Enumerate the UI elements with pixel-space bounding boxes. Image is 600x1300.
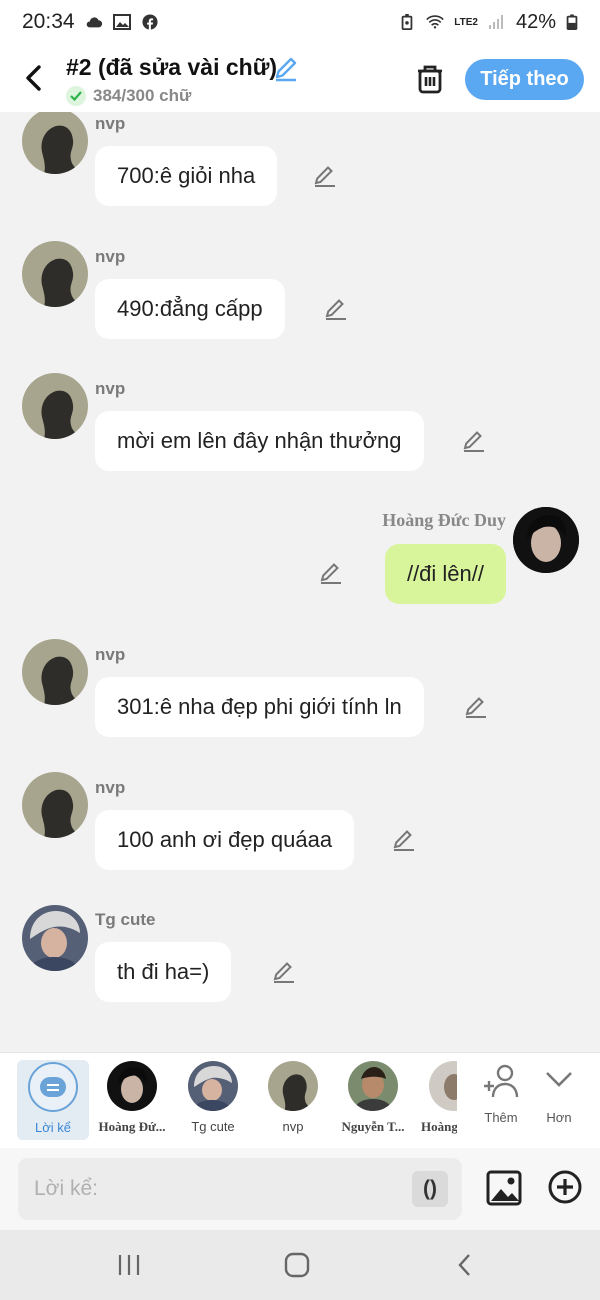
avatar [188,1061,238,1111]
avatar[interactable] [22,241,88,307]
sender-name: Hoàng Đức Duy [382,510,506,530]
character-label: Nguyễn T... [341,1119,405,1134]
edit-title-icon[interactable] [272,54,300,82]
user-photo-icon [513,507,579,573]
edit-icon[interactable] [463,694,489,720]
silhouette-icon [41,258,79,307]
status-bar: 20:34 LTE2 42% [0,0,600,44]
sender-name: nvp [95,379,126,398]
parentheses-button[interactable]: () [412,1171,448,1207]
message-bubble[interactable]: mời em lên đây nhận thưởng [95,411,424,471]
recents-icon [118,1255,140,1275]
message-bubble[interactable]: 700:ê giỏi nha [95,146,278,206]
input-area: Lời kể: () [0,1148,600,1230]
character-narrator[interactable]: Lời kể [17,1060,89,1140]
avatar [107,1061,157,1111]
message-bubble[interactable]: 301:ê nha đẹp phi giới tính ln [95,677,424,737]
narrator-icon [28,1062,78,1112]
char-count: 384/300 chữ [66,86,191,106]
edit-icon[interactable] [318,560,344,586]
chevron-down-icon [546,1072,572,1087]
input-placeholder: Lời kể: [34,1177,98,1200]
check-icon [66,86,86,106]
add-person-icon [484,1064,519,1098]
home-button[interactable] [277,1250,317,1280]
message-bubble[interactable]: 490:đẳng cấpp [95,279,285,339]
add-label: Thêm [484,1110,518,1125]
avatar[interactable] [22,639,88,705]
wifi-icon [426,15,445,29]
character-hoang[interactable]: Hoàng [417,1061,457,1135]
battery-percent: 42% [515,10,556,33]
sender-name: Tg cute [95,910,156,929]
character-hoang-duc-duy[interactable]: Hoàng Đứ... [96,1061,168,1135]
edit-icon[interactable] [271,959,297,985]
recent-apps-button[interactable] [109,1250,149,1280]
message-input[interactable]: Lời kể: () [18,1158,462,1220]
edit-icon[interactable] [461,428,487,454]
add-character-button[interactable]: Thêm [471,1063,531,1125]
character-label: Lời kể [35,1120,71,1135]
back-nav-button[interactable] [445,1250,485,1280]
character-label: Hoàng [421,1119,457,1134]
character-selector: Lời kể Hoàng Đứ... Tg cute nvp Nguyễn T.… [0,1052,600,1148]
char-count-text: 384/300 chữ [93,86,192,105]
sender-name: nvp [95,114,126,133]
trash-icon[interactable] [413,62,447,96]
character-label: nvp [282,1119,304,1134]
header: #2 (đã sửa vài chữ) 384/300 chữ Tiếp the… [0,44,600,112]
avatar [348,1061,398,1111]
add-icon[interactable] [548,1170,582,1204]
system-nav-bar [0,1230,600,1300]
character-label: Tg cute [191,1119,235,1134]
sender-name: nvp [95,645,126,664]
next-button[interactable]: Tiếp theo [465,59,584,100]
gallery-icon [112,14,131,30]
image-icon[interactable] [486,1170,522,1206]
character-label: Hoàng Đứ... [98,1119,166,1134]
facebook-icon [142,14,158,30]
battery-saver-icon [401,14,413,30]
edit-icon[interactable] [391,827,417,853]
network-label: LTE2 [454,16,478,28]
avatar [268,1061,318,1111]
silhouette-icon [41,656,79,705]
character-tg-cute[interactable]: Tg cute [177,1061,249,1134]
back-icon [458,1254,470,1276]
avatar[interactable] [22,905,88,971]
edit-icon[interactable] [312,163,338,189]
silhouette-icon [41,125,79,174]
sender-name: nvp [95,247,126,266]
user-photo-icon [22,905,88,971]
message-bubble[interactable]: //đi lên// [384,544,506,604]
character-nguyen[interactable]: Nguyễn T... [337,1061,409,1135]
page-title[interactable]: #2 (đã sửa vài chữ) [66,54,277,81]
message-bubble[interactable]: th đi ha=) [95,942,232,1002]
avatar [429,1061,457,1111]
edit-icon[interactable] [323,296,349,322]
chevron-left-icon [26,65,41,91]
avatar[interactable] [22,772,88,838]
character-nvp[interactable]: nvp [257,1061,329,1134]
more-button[interactable]: Hơn [529,1063,589,1125]
message-bubble[interactable]: 100 anh ơi đẹp quáaa [95,810,355,870]
avatar[interactable] [513,507,579,573]
silhouette-icon [41,390,79,439]
battery-icon [566,14,578,30]
signal-icon [488,15,503,29]
more-label: Hơn [546,1110,572,1125]
silhouette-icon [41,789,79,838]
cloud-icon [86,17,102,28]
sender-name: nvp [95,778,126,797]
avatar[interactable] [22,112,88,174]
status-time: 20:34 [22,10,75,33]
home-icon [284,1252,310,1278]
back-button[interactable] [18,60,50,96]
chat-area[interactable]: nvp 700:ê giỏi nha nvp 490:đẳng cấpp nvp… [0,112,600,1052]
avatar[interactable] [22,373,88,439]
